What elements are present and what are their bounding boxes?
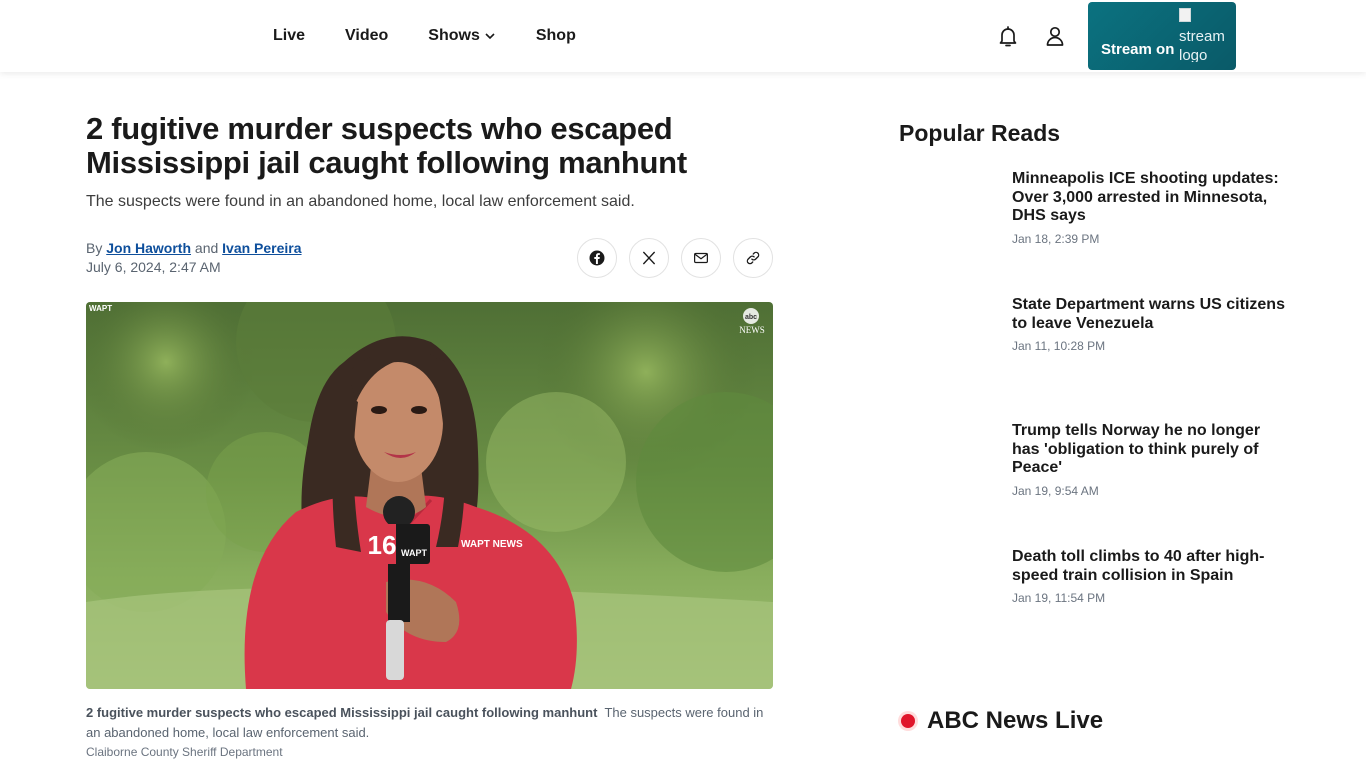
popular-read-date: Jan 18, 2:39 PM [1012, 231, 1100, 246]
facebook-icon [589, 250, 605, 266]
stream-on-label: Stream on [1101, 41, 1175, 58]
bell-icon[interactable] [996, 24, 1020, 48]
article-dek: The suspects were found in an abandoned … [86, 193, 635, 210]
site-header: Live Video Shows Shop Stream on stream l… [0, 0, 1366, 72]
popular-read-item[interactable]: State Department warns US citizens to le… [1012, 296, 1287, 353]
share-facebook-button[interactable] [577, 238, 617, 278]
chevron-down-icon [485, 33, 495, 40]
popular-read-item[interactable]: Trump tells Norway he no longer has 'obl… [1012, 422, 1287, 498]
share-email-button[interactable] [681, 238, 721, 278]
article-hero-image[interactable]: 16 WAPT WAPT NEWS WAPT abc NEWS [86, 302, 773, 689]
nav-video[interactable]: Video [345, 27, 388, 45]
watermark-abc: abc [745, 314, 757, 321]
article-headline: 2 fugitive murder suspects who escaped M… [86, 111, 687, 180]
live-dot-icon [901, 714, 915, 728]
nav-video-label: Video [345, 27, 389, 44]
nav-shop[interactable]: Shop [536, 27, 576, 45]
popular-reads-heading: Popular Reads [899, 120, 1061, 146]
popular-read-item[interactable]: Minneapolis ICE shooting updates: Over 3… [1012, 170, 1287, 246]
popular-read-date: Jan 19, 11:54 PM [1012, 591, 1106, 605]
mail-icon [694, 252, 708, 264]
stream-on-button[interactable]: Stream on stream logo [1088, 2, 1236, 70]
stream-logo-alt: stream logo [1179, 28, 1225, 62]
popular-read-title: Trump tells Norway he no longer has 'obl… [1012, 422, 1261, 476]
abc-news-live-label: ABC News Live [927, 707, 1104, 734]
popular-read-title: Death toll climbs to 40 after high-speed… [1012, 548, 1265, 584]
nav-shows-label: Shows [428, 27, 480, 44]
nav-shop-label: Shop [535, 27, 576, 44]
byline: By Jon Haworth and Ivan Pereira [86, 240, 302, 256]
mic-flag-label: WAPT [401, 548, 428, 558]
link-icon [746, 251, 760, 265]
popular-read-title: Minneapolis ICE shooting updates: Over 3… [1012, 170, 1279, 224]
watermark-wapt: WAPT [89, 304, 112, 313]
popular-read-date: Jan 19, 9:54 AM [1012, 483, 1099, 498]
user-icon[interactable] [1043, 24, 1067, 48]
nav-live[interactable]: Live [273, 27, 305, 45]
mic-flag-number: 16 [368, 530, 397, 560]
nav-live-label: Live [273, 27, 306, 44]
reporter-photo: 16 WAPT WAPT NEWS WAPT abc NEWS [86, 302, 773, 689]
byline-by: By [86, 240, 103, 256]
x-icon [643, 251, 655, 265]
author-link-1[interactable]: Jon Haworth [106, 240, 191, 256]
photo-credit: Claiborne County Sheriff Department [86, 745, 283, 759]
author-link-2[interactable]: Ivan Pereira [222, 240, 301, 256]
popular-read-item[interactable]: Death toll climbs to 40 after high-speed… [1012, 548, 1287, 605]
shirt-logo-text: WAPT NEWS [461, 539, 523, 550]
popular-read-title: State Department warns US citizens to le… [1012, 296, 1285, 332]
photo-caption: 2 fugitive murder suspects who escaped M… [86, 703, 776, 743]
copy-link-button[interactable] [733, 238, 773, 278]
share-x-button[interactable] [629, 238, 669, 278]
main-nav: Live Video Shows Shop [273, 0, 616, 72]
watermark-news: NEWS [739, 325, 765, 335]
caption-title: 2 fugitive murder suspects who escaped M… [86, 705, 598, 720]
publish-date: July 6, 2024, 2:47 AM [86, 259, 221, 275]
stream-logo-image: stream logo [1179, 8, 1233, 62]
popular-read-date: Jan 11, 10:28 PM [1012, 339, 1106, 353]
abc-news-live-link[interactable]: ABC News Live [899, 707, 1103, 735]
byline-and: and [194, 240, 219, 256]
nav-shows[interactable]: Shows [428, 27, 496, 45]
